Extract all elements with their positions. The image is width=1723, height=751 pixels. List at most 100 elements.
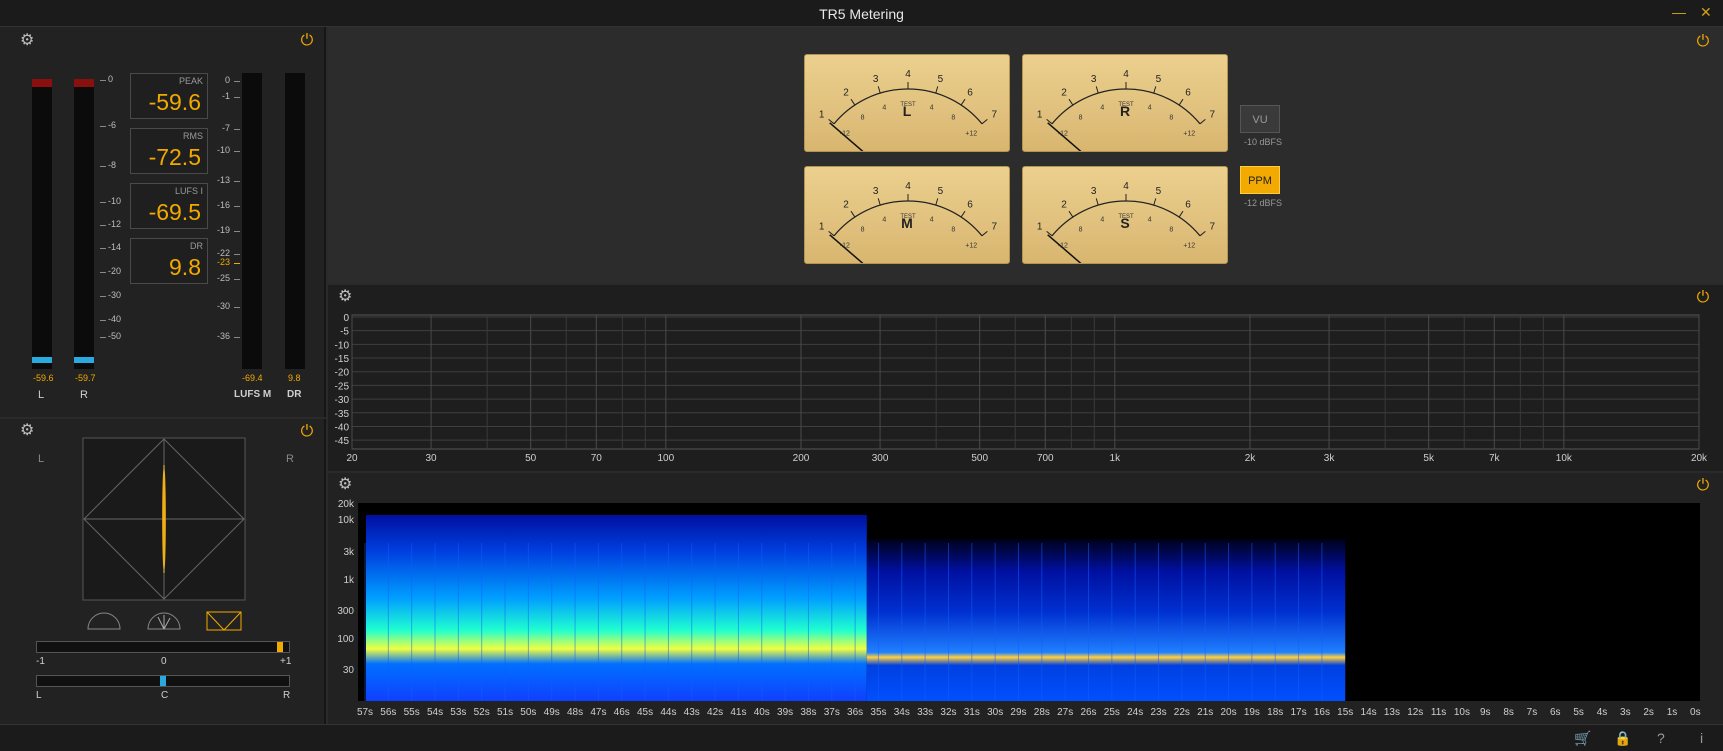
- level-settings-gear-icon[interactable]: ⚙: [20, 33, 36, 49]
- spectrogram-time-label: 36s: [847, 707, 863, 718]
- lissajous-mode-icon[interactable]: [206, 611, 242, 631]
- vu-scale-label: 5: [938, 74, 944, 85]
- spectrum-x-label: 3k: [1324, 453, 1336, 464]
- lufs-scale-tick: [234, 181, 240, 182]
- level-scale-label: -50: [108, 331, 122, 341]
- balance-indicator: [160, 676, 166, 686]
- spectrogram-graph: 20k 10k 3k 1k 300 100 30 57s 56s 55s 54s 53s 52s 51s 5…: [337, 499, 1700, 718]
- spectrum-y-label: -20: [335, 368, 350, 379]
- spectrogram-time-label: 1s: [1667, 707, 1678, 718]
- spectrogram-time-label: 47s: [590, 707, 606, 718]
- peak-value: -59.6: [148, 89, 201, 115]
- spectrogram-time-label: 3s: [1620, 707, 1631, 718]
- spectrum-x-label: 500: [971, 453, 988, 464]
- lufs-scale-tick: [234, 97, 240, 98]
- spectrogram-time-label: 44s: [660, 707, 676, 718]
- minimize-icon[interactable]: —: [1672, 4, 1686, 20]
- stereo-left-label: L: [38, 453, 45, 465]
- lufs-i-readout: LUFS I -69.5: [130, 183, 208, 229]
- vu-scale-label: 4: [1123, 181, 1129, 192]
- right-channel-label: R: [80, 389, 88, 401]
- lufs-scale-tick: [234, 129, 240, 130]
- level-scale-label: -6: [108, 120, 117, 130]
- level-scale-tick: [100, 202, 106, 203]
- spectrogram-y-label: 300: [337, 606, 354, 617]
- lock-icon[interactable]: 🔒: [1614, 730, 1631, 747]
- vu-scale-label: 6: [967, 200, 973, 211]
- spectrogram-time-label: 48s: [567, 707, 583, 718]
- status-bar: 🛒 🔒 ? i: [0, 724, 1723, 751]
- ppm-mode-reference: -12 dBFS: [1244, 198, 1283, 208]
- level-scale-label: -14: [108, 242, 122, 252]
- correlation-min: -1: [36, 656, 45, 667]
- spectrogram-time-label: 28s: [1034, 707, 1050, 718]
- spectrum-x-label: 2k: [1245, 453, 1257, 464]
- spectrogram-time-label: 21s: [1197, 707, 1213, 718]
- help-icon[interactable]: ?: [1657, 730, 1665, 746]
- vu-scale-sublabel: +12: [1183, 243, 1195, 250]
- spectrogram-time-label: 39s: [777, 707, 793, 718]
- lufs-scale-tick: [234, 81, 240, 82]
- left-clip-indicator: [32, 79, 52, 87]
- lufs-scale-tick: [234, 337, 240, 338]
- spectrogram-time-label: 26s: [1080, 707, 1096, 718]
- level-scale-tick: [100, 320, 106, 321]
- spectrogram-time-label: 6s: [1550, 707, 1561, 718]
- stereo-power-icon[interactable]: ⏻: [298, 423, 316, 441]
- dr-meter: [285, 73, 305, 369]
- lufs-scale-label: -36: [216, 331, 230, 341]
- spectrogram-time-label: 31s: [964, 707, 980, 718]
- polar-mode-icon[interactable]: [146, 609, 182, 631]
- level-scale-label: 0: [108, 74, 114, 84]
- spectrogram-time-label: 34s: [894, 707, 910, 718]
- vu-mode-button[interactable]: VU: [1240, 105, 1280, 133]
- spectrogram-time-label: 20s: [1220, 707, 1236, 718]
- vu-power-icon[interactable]: ⏻: [1694, 33, 1712, 51]
- spectrum-y-label: -30: [335, 395, 350, 406]
- spectrogram-time-label: 2s: [1643, 707, 1654, 718]
- spectrogram-time-label: 14s: [1361, 707, 1377, 718]
- vu-scale-label: 4: [905, 181, 911, 192]
- vu-scale-label: 5: [1156, 186, 1162, 197]
- spectrogram-time-label: 9s: [1480, 707, 1491, 718]
- right-level-value: -59.7: [75, 373, 96, 383]
- spectrum-y-label: -25: [335, 381, 350, 392]
- half-circle-mode-icon[interactable]: [86, 609, 122, 631]
- spectrogram-time-label: 33s: [917, 707, 933, 718]
- level-scale-tick: [100, 166, 106, 167]
- spectrogram-time-label: 25s: [1104, 707, 1120, 718]
- spectrogram-y-label: 30: [343, 665, 355, 676]
- lufs-scale-tick: [234, 263, 240, 264]
- spectrogram-time-label: 19s: [1244, 707, 1260, 718]
- stereo-settings-gear-icon[interactable]: ⚙: [20, 423, 36, 439]
- cart-icon[interactable]: 🛒: [1574, 730, 1591, 747]
- spectrum-x-label: 200: [793, 453, 810, 464]
- left-channel-label: L: [38, 389, 45, 401]
- spectrogram-time-label: 17s: [1291, 707, 1307, 718]
- correlation-max: +1: [280, 656, 292, 667]
- spectrogram-time-label: 55s: [404, 707, 420, 718]
- ppm-mode-button[interactable]: PPM: [1240, 166, 1280, 194]
- vu-channel-label: S: [1120, 215, 1130, 231]
- stereo-right-label: R: [286, 453, 294, 465]
- spectrum-graph: 0 -5 -10 -15 -20 -25 -30 -35 -40 -45 20 30 50 70 100 20…: [335, 313, 1709, 464]
- level-scale-label: -12: [108, 219, 122, 229]
- spectrogram-time-label: 8s: [1503, 707, 1514, 718]
- spectrum-x-label: 10k: [1556, 453, 1573, 464]
- vu-scale-label: 3: [1091, 74, 1097, 85]
- balance-meter: [36, 675, 290, 687]
- level-scale-tick: [100, 296, 106, 297]
- vu-meter-panel: ⏻ 1 -12 2 8 3 4 4 TEST 5 4 6 8 7 +12 L 1 -12 2 8 3 4 4 TEST 5 4 6…: [328, 27, 1723, 283]
- spectrum-y-label: -15: [335, 354, 350, 365]
- spectrogram-time-label: 42s: [707, 707, 723, 718]
- spectrogram-time-label: 13s: [1384, 707, 1400, 718]
- left-level-fill: [32, 357, 52, 363]
- info-icon[interactable]: i: [1700, 730, 1703, 746]
- vu-scale-label: 2: [1061, 88, 1067, 99]
- vu-mode-reference: -10 dBFS: [1244, 137, 1283, 147]
- close-icon[interactable]: ✕: [1700, 4, 1712, 21]
- lufs-m-value: -69.4: [242, 373, 263, 383]
- level-power-icon[interactable]: ⏻: [298, 32, 316, 50]
- spectrogram-time-label: 37s: [824, 707, 840, 718]
- spectrum-y-label: -5: [340, 327, 349, 338]
